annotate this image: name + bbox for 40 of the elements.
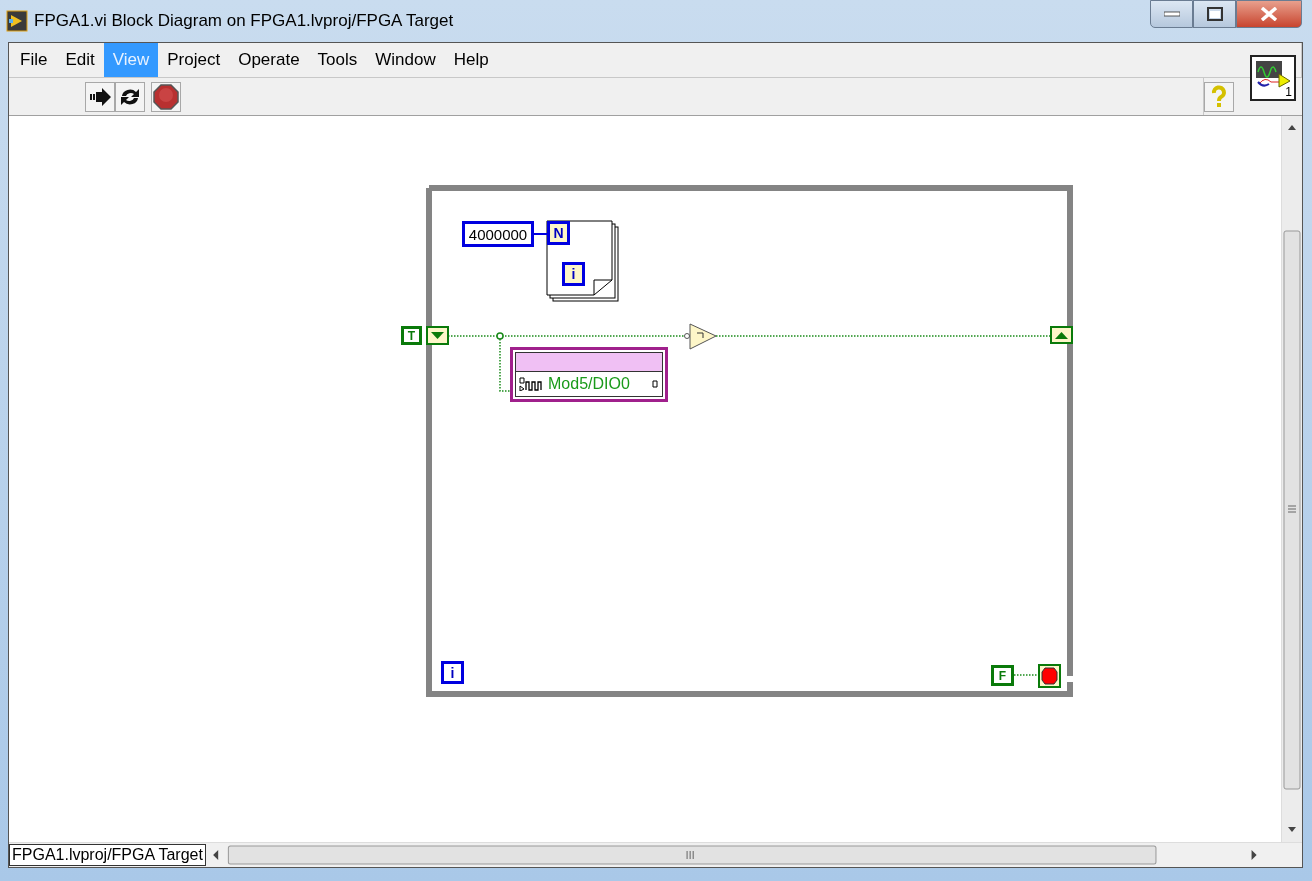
vi-icon[interactable] (1255, 60, 1291, 88)
menu-item[interactable]: Operate (229, 43, 309, 77)
close-icon (1260, 7, 1278, 21)
stop-terminal (1038, 664, 1061, 688)
app-icon (6, 10, 28, 32)
menu-item[interactable]: Edit (56, 43, 104, 77)
square-wave-icon (519, 377, 545, 391)
window-title: FPGA1.vi Block Diagram on FPGA1.lvproj/FPGA Target (34, 11, 455, 31)
stop-icon (153, 83, 179, 110)
run-button[interactable] (85, 81, 115, 112)
io-node-label: Mod5/DIO0 (548, 375, 631, 393)
menu-item[interactable]: Help (444, 43, 498, 77)
wire-junction (496, 332, 504, 340)
menu-item[interactable]: File (11, 43, 57, 77)
tunnel (1050, 326, 1073, 344)
count-terminal: N (547, 221, 570, 245)
minimize-icon (1163, 11, 1180, 17)
menu-item[interactable]: Window (366, 43, 445, 77)
menu-item[interactable]: Tools (308, 43, 367, 77)
iteration-terminal: i (562, 262, 585, 286)
tunnel (426, 326, 449, 345)
menu-item[interactable]: Project (158, 43, 230, 77)
not-gate (684, 323, 717, 350)
arrow-icon (88, 86, 112, 107)
wire (533, 233, 548, 235)
run-continuously-button[interactable] (115, 81, 145, 112)
vi-number: 1 (1285, 86, 1292, 99)
context-label: FPGA1.lvproj/FPGA Target (9, 844, 206, 866)
close-button[interactable] (1236, 0, 1302, 28)
error-terminal-icon (652, 380, 659, 388)
boolean-constant: F (991, 665, 1014, 686)
iteration-terminal: i (441, 661, 464, 684)
numeric-constant: 4000000 (462, 221, 534, 247)
maximize-button[interactable] (1193, 0, 1236, 28)
minimize-button[interactable] (1150, 0, 1193, 28)
abort-button[interactable] (151, 81, 181, 112)
help-icon (1210, 84, 1228, 109)
vertical-scrollbar[interactable] (1281, 116, 1302, 842)
boolean-constant: T (401, 326, 422, 345)
maximize-icon (1206, 7, 1223, 21)
